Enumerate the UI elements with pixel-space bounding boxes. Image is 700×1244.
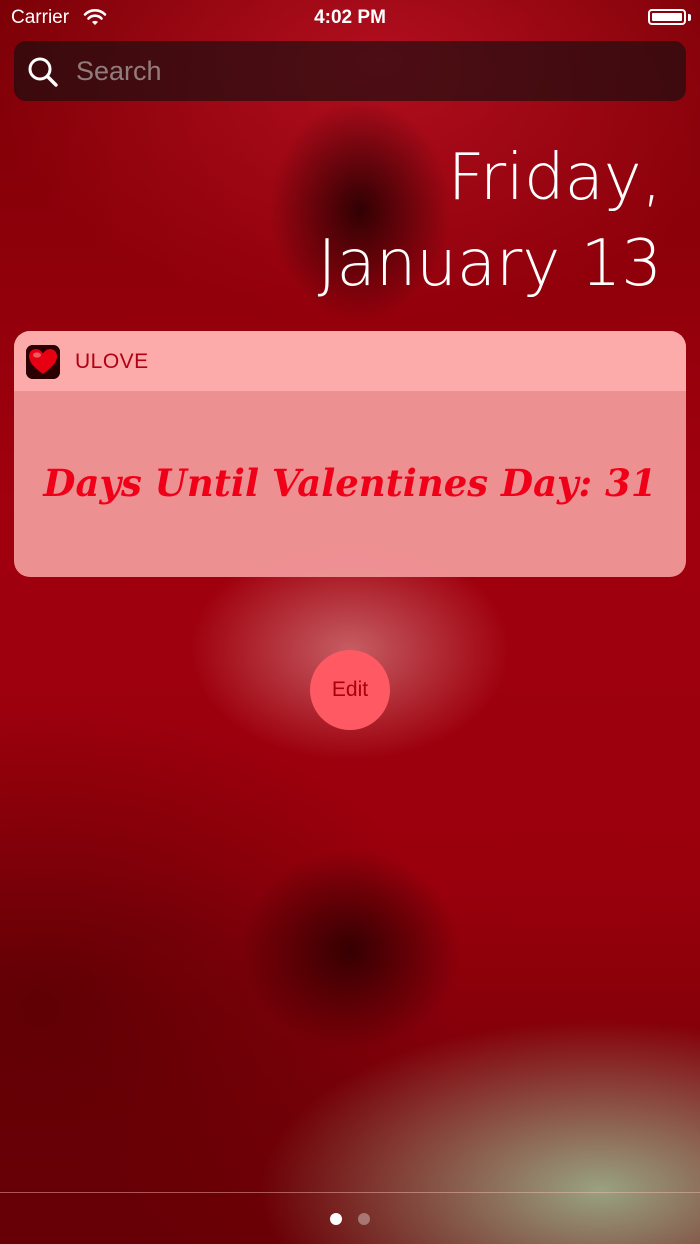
divider (0, 1192, 700, 1193)
weekday-label: Friday, (447, 141, 662, 215)
widget-header[interactable]: ULOVE (14, 331, 686, 391)
search-icon (28, 57, 58, 87)
month-day-label: January 13 (317, 227, 662, 301)
battery-icon (648, 9, 686, 25)
status-bar: Carrier 4:02 PM (0, 0, 700, 36)
edit-button[interactable]: Edit (310, 650, 390, 730)
app-name: ULOVE (75, 350, 149, 373)
ulove-widget[interactable]: ULOVE Days Until Valentines Day: 31 (14, 331, 686, 577)
page-dot-inactive[interactable] (358, 1213, 370, 1225)
heart-icon (26, 345, 60, 379)
valentines-countdown: Days Until Valentines Day: 31 (43, 461, 657, 505)
battery-tip (688, 14, 691, 21)
page-control[interactable] (330, 1213, 370, 1225)
search-bar[interactable] (14, 41, 686, 101)
search-input[interactable] (76, 53, 666, 89)
clock: 4:02 PM (314, 7, 386, 28)
widget-body[interactable]: Days Until Valentines Day: 31 (14, 391, 686, 577)
page-dot-active[interactable] (330, 1213, 342, 1225)
date-display: Friday, January 13 (318, 135, 662, 307)
